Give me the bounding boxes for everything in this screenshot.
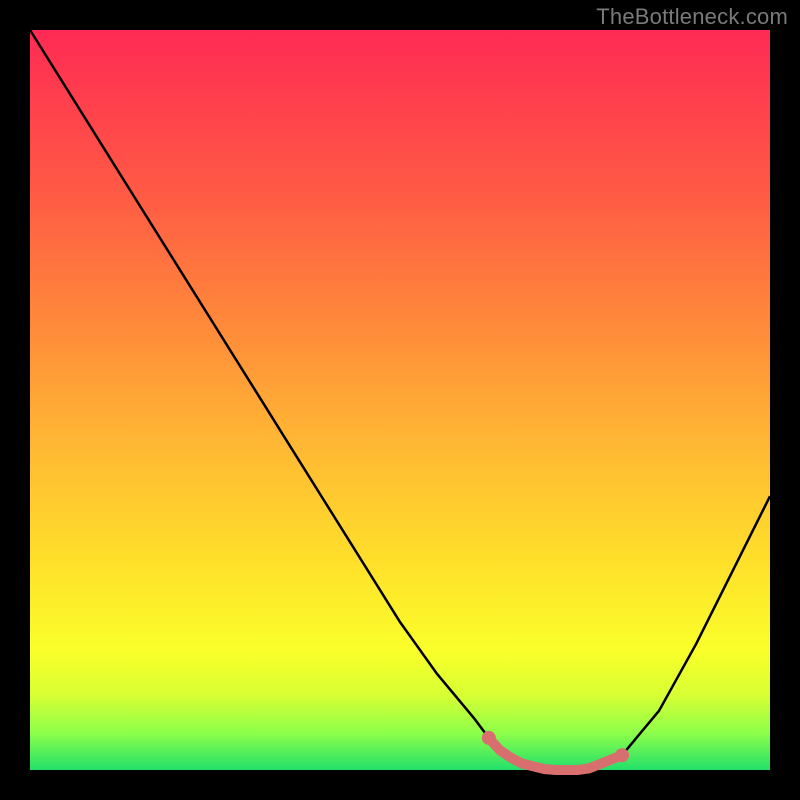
highlight-segment — [489, 738, 622, 770]
bottleneck-curve — [30, 30, 770, 770]
curve-layer — [30, 30, 770, 770]
highlight-dot-right — [615, 748, 629, 762]
plot-area — [30, 30, 770, 770]
highlight-dot-left — [482, 731, 496, 745]
chart-frame: TheBottleneck.com — [0, 0, 800, 800]
watermark-text: TheBottleneck.com — [596, 4, 788, 30]
